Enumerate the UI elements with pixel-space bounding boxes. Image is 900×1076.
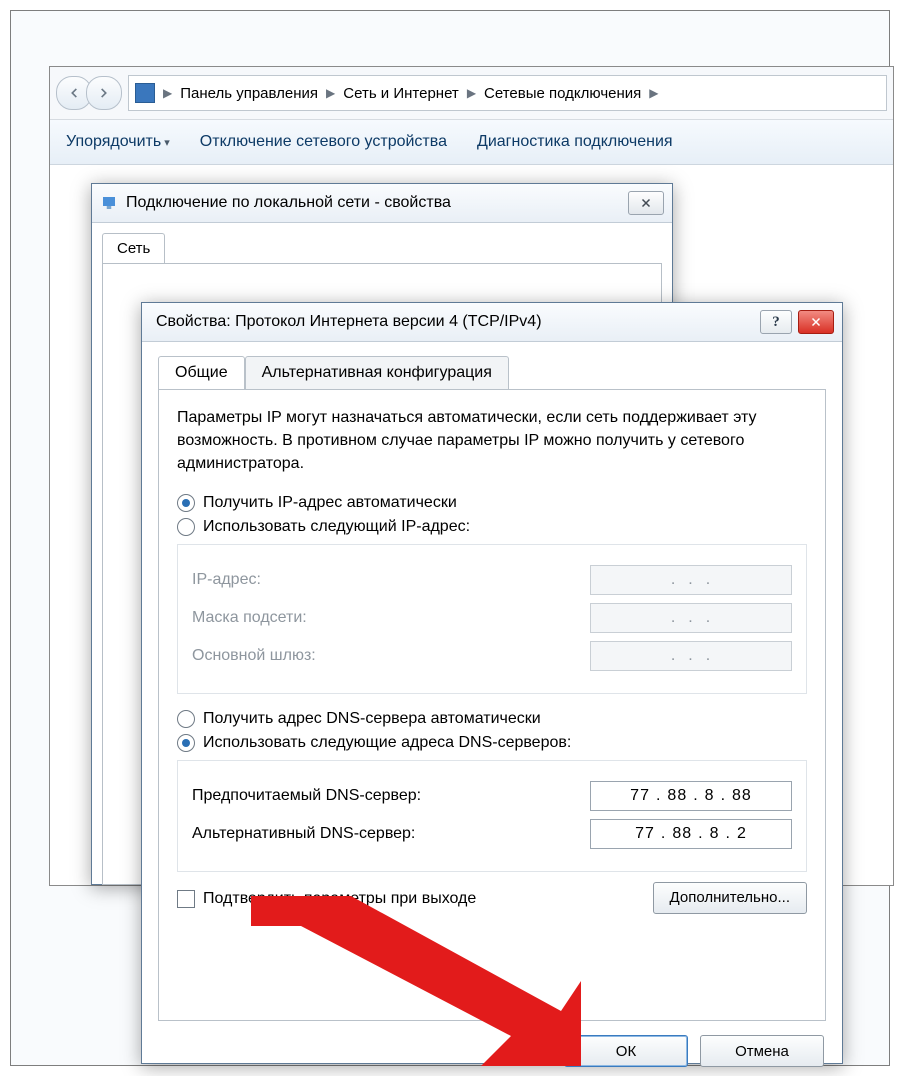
organize-menu[interactable]: Упорядочить [66, 133, 170, 151]
ipv4-properties-dialog: Свойства: Протокол Интернета версии 4 (T… [141, 302, 843, 1064]
help-button[interactable]: ? [760, 310, 792, 334]
address-bar[interactable]: ▶ Панель управления ▶ Сеть и Интернет ▶ … [128, 75, 887, 111]
disable-device-button[interactable]: Отключение сетевого устройства [200, 133, 447, 151]
nav-forward-button[interactable] [86, 76, 122, 110]
gateway-label: Основной шлюз: [192, 647, 316, 665]
alternate-dns-label: Альтернативный DNS-сервер: [192, 825, 415, 843]
close-button[interactable] [628, 191, 664, 215]
preferred-dns-label: Предпочитаемый DNS-сервер: [192, 787, 421, 805]
dns-auto-label: Получить адрес DNS-сервера автоматически [203, 710, 541, 728]
address-bar-area: ▶ Панель управления ▶ Сеть и Интернет ▶ … [50, 67, 893, 120]
close-button[interactable] [798, 310, 834, 334]
dns-manual-label: Использовать следующие адреса DNS-сервер… [203, 734, 571, 752]
tab-alternate-config[interactable]: Альтернативная конфигурация [245, 356, 509, 389]
ip-auto-radio[interactable] [177, 494, 195, 512]
chevron-right-icon: ▶ [322, 86, 339, 100]
advanced-button[interactable]: Дополнительно... [653, 882, 807, 914]
alternate-dns-input[interactable]: 77. 88. 8. 2 [590, 819, 792, 849]
breadcrumb-segment[interactable]: Сетевые подключения [484, 85, 641, 102]
window-title: Подключение по локальной сети - свойства [126, 194, 622, 212]
ip-address-group: Получить IP-адрес автоматически Использо… [177, 494, 807, 694]
explorer-toolbar: Упорядочить Отключение сетевого устройст… [50, 120, 893, 165]
diagnose-button[interactable]: Диагностика подключения [477, 133, 673, 151]
ip-manual-radio[interactable] [177, 518, 195, 536]
dns-group: Получить адрес DNS-сервера автоматически… [177, 710, 807, 872]
dns-auto-radio[interactable] [177, 710, 195, 728]
preferred-dns-input[interactable]: 77. 88. 8. 88 [590, 781, 792, 811]
cancel-button[interactable]: Отмена [700, 1035, 824, 1067]
window-title: Свойства: Протокол Интернета версии 4 (T… [150, 313, 754, 331]
gateway-input: ... [590, 641, 792, 671]
ok-button[interactable]: ОК [564, 1035, 688, 1067]
validate-on-exit-label: Подтвердить параметры при выходе [203, 890, 476, 908]
ip-address-input: ... [590, 565, 792, 595]
chevron-right-icon: ▶ [463, 86, 480, 100]
subnet-mask-label: Маска подсети: [192, 609, 307, 627]
chevron-right-icon: ▶ [159, 86, 176, 100]
ip-address-label: IP-адрес: [192, 571, 261, 589]
chevron-right-icon: ▶ [645, 86, 662, 100]
description-text: Параметры IP могут назначаться автоматич… [177, 406, 807, 476]
network-adapter-icon [100, 194, 118, 212]
breadcrumb-segment[interactable]: Сеть и Интернет [343, 85, 459, 102]
tab-network[interactable]: Сеть [102, 233, 165, 263]
dns-manual-radio[interactable] [177, 734, 195, 752]
tab-general[interactable]: Общие [158, 356, 245, 389]
ip-manual-label: Использовать следующий IP-адрес: [203, 518, 470, 536]
validate-on-exit-checkbox[interactable] [177, 890, 195, 908]
breadcrumb-segment[interactable]: Панель управления [180, 85, 318, 102]
subnet-mask-input: ... [590, 603, 792, 633]
control-panel-icon [135, 83, 155, 103]
outer-frame: ▶ Панель управления ▶ Сеть и Интернет ▶ … [10, 10, 890, 1066]
ip-auto-label: Получить IP-адрес автоматически [203, 494, 457, 512]
